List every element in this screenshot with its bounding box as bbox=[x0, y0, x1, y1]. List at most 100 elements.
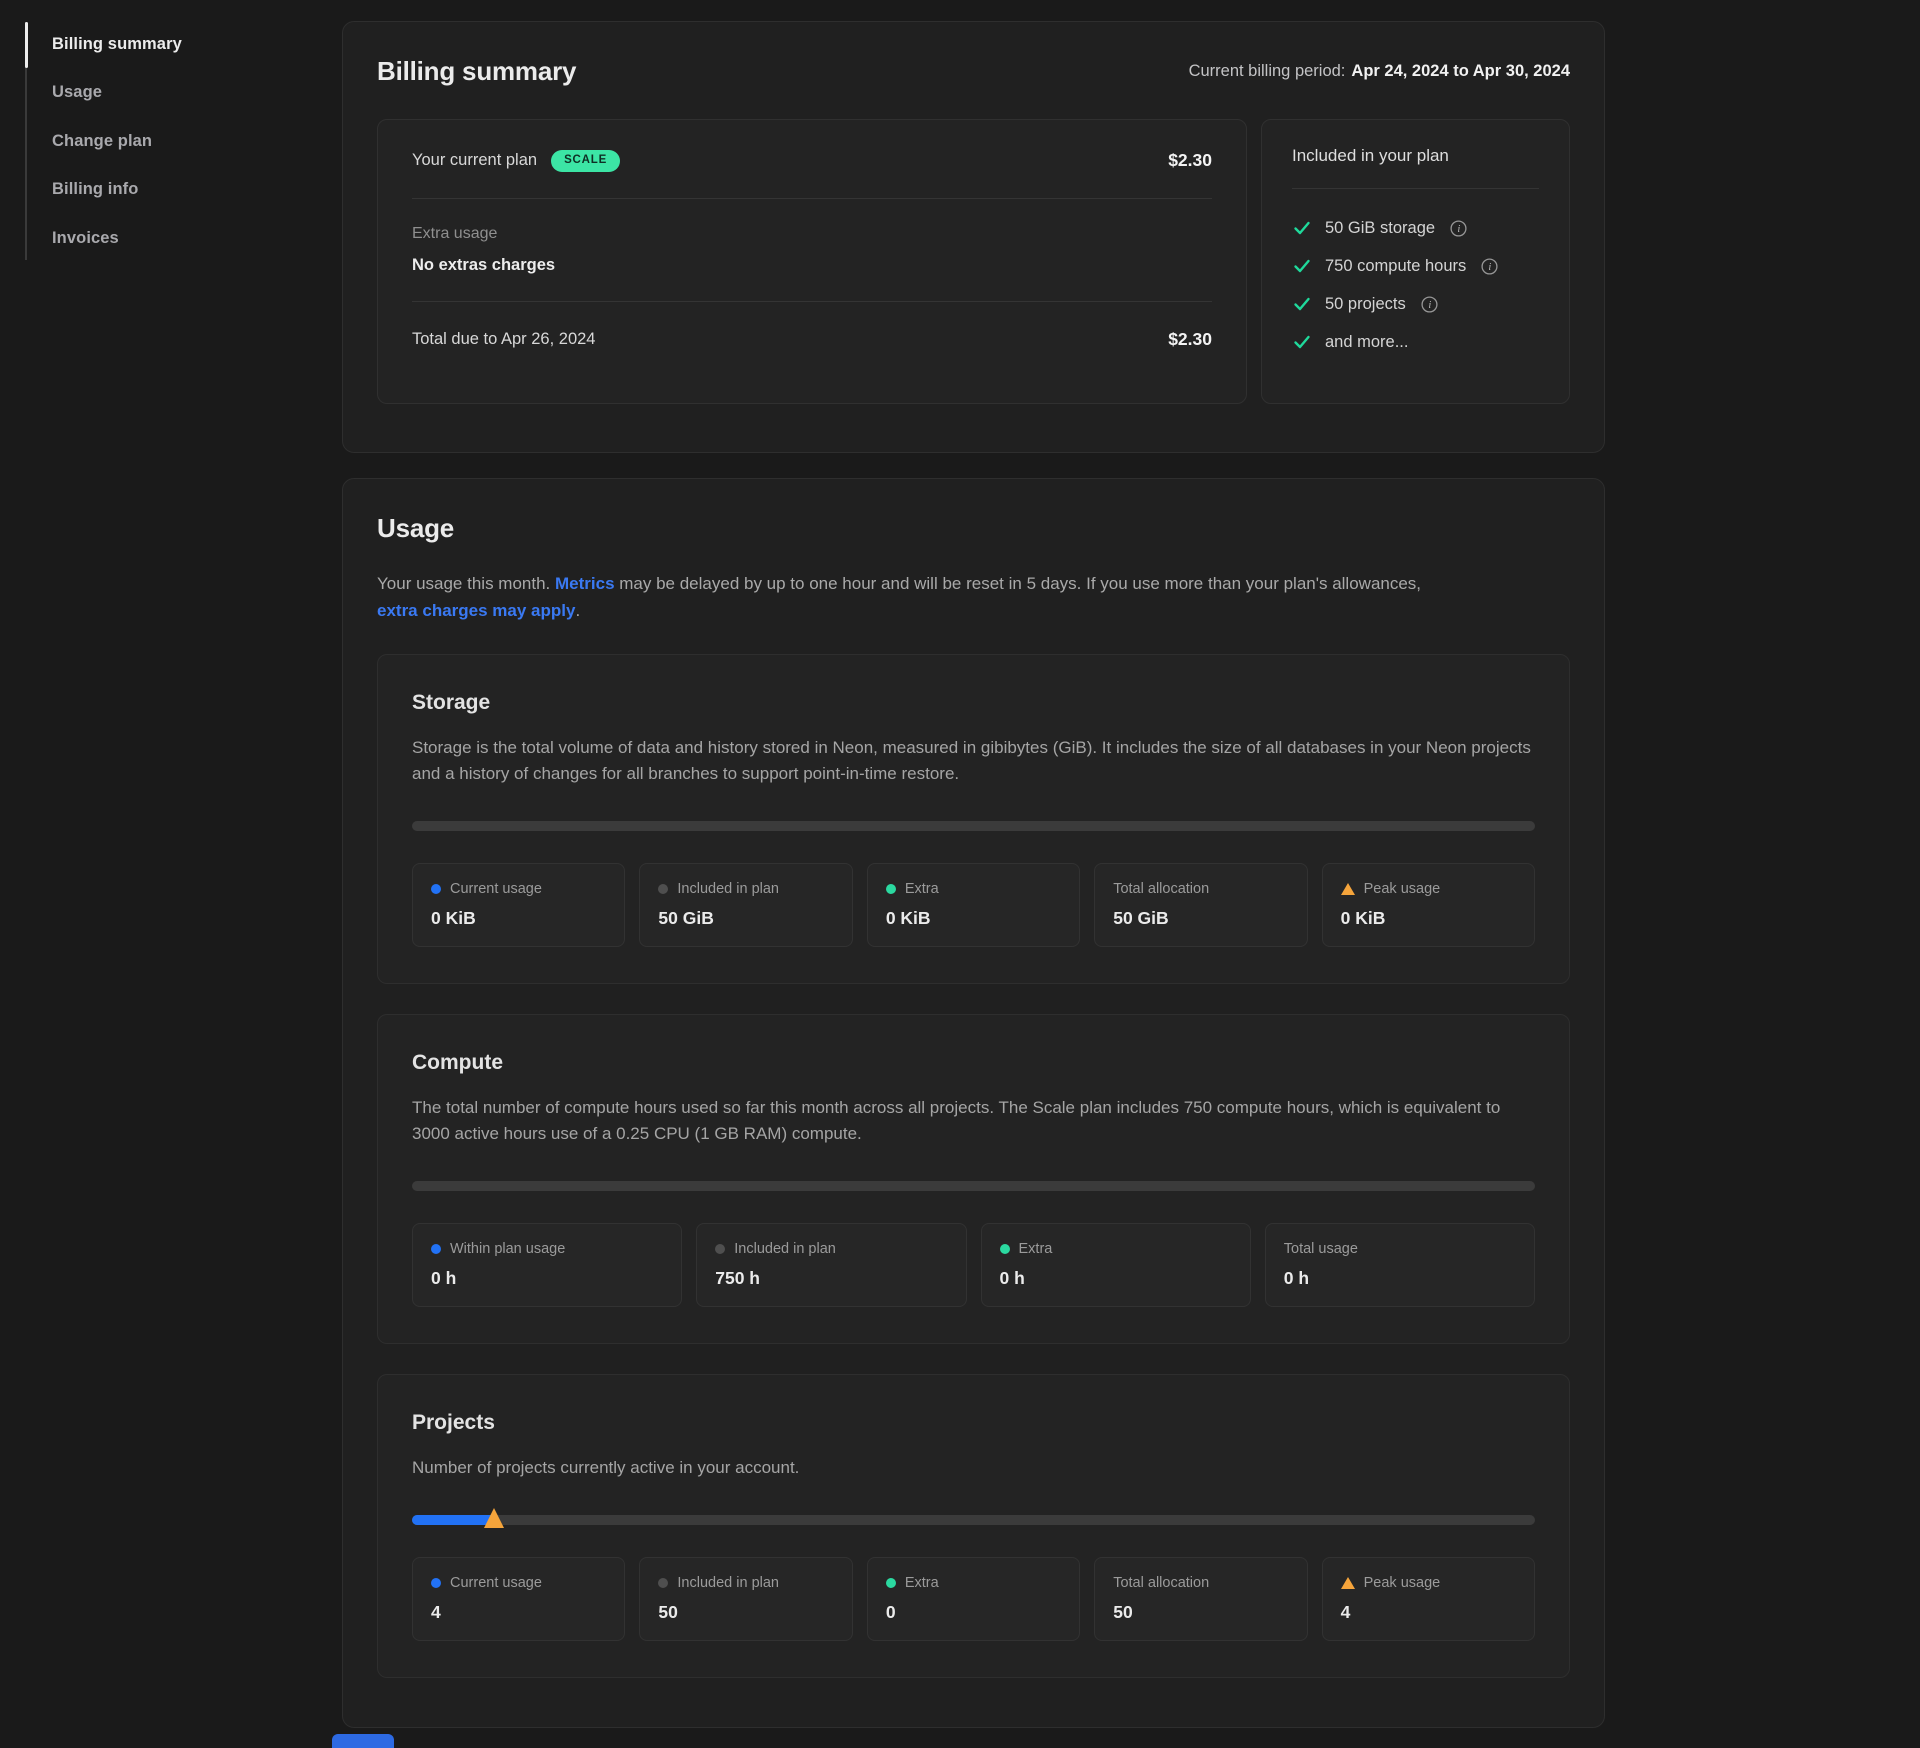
divider bbox=[1292, 188, 1539, 189]
stat-tile-included-in-plan: Included in plan 750 h bbox=[696, 1223, 966, 1307]
billing-period-label: Current billing period: bbox=[1189, 62, 1346, 80]
stat-tile-current-usage: Current usage 4 bbox=[412, 1557, 625, 1641]
blue-dot-icon bbox=[431, 1578, 441, 1588]
extra-usage-label: Extra usage bbox=[412, 225, 1212, 243]
usage-panel: Usage Your usage this month. Metrics may… bbox=[342, 478, 1605, 1728]
gray-dot-icon bbox=[658, 1578, 668, 1588]
stat-value: 0 h bbox=[1284, 1268, 1516, 1289]
stat-tile-included-in-plan: Included in plan 50 bbox=[639, 1557, 852, 1641]
stat-tile-peak-usage: Peak usage 0 KiB bbox=[1322, 863, 1535, 947]
main-content: Billing summary Current billing period: A… bbox=[342, 21, 1605, 1728]
gray-dot-icon bbox=[658, 884, 668, 894]
divider bbox=[412, 301, 1212, 302]
stat-label: Peak usage bbox=[1364, 1575, 1441, 1591]
usage-intro: Your usage this month. Metrics may be de… bbox=[377, 570, 1437, 624]
stat-tile-extra: Extra 0 bbox=[867, 1557, 1080, 1641]
stat-value: 0 h bbox=[1000, 1268, 1232, 1289]
stat-value: 50 GiB bbox=[1113, 908, 1288, 929]
stat-label: Current usage bbox=[450, 1575, 542, 1591]
stat-label: Extra bbox=[905, 881, 939, 897]
check-icon bbox=[1292, 332, 1312, 352]
storage-card-title: Storage bbox=[412, 691, 1535, 715]
plan-amount: $2.30 bbox=[1168, 150, 1212, 171]
usage-title: Usage bbox=[377, 513, 1570, 544]
green-dot-icon bbox=[886, 884, 896, 894]
included-item-label: and more... bbox=[1325, 333, 1408, 352]
stat-tile-current-usage: Current usage 0 KiB bbox=[412, 863, 625, 947]
stat-label: Total allocation bbox=[1113, 881, 1209, 897]
stat-label: Included in plan bbox=[677, 881, 779, 897]
included-title: Included in your plan bbox=[1292, 146, 1539, 166]
usage-intro-text: . bbox=[575, 601, 580, 620]
stat-label: Within plan usage bbox=[450, 1241, 565, 1257]
total-due-amount: $2.30 bbox=[1168, 329, 1212, 350]
sidebar-item-change-plan[interactable]: Change plan bbox=[25, 117, 285, 166]
green-dot-icon bbox=[1000, 1244, 1010, 1254]
divider bbox=[412, 198, 1212, 199]
included-item-label: 50 GiB storage bbox=[1325, 219, 1435, 238]
plan-badge: SCALE bbox=[551, 150, 620, 172]
billing-summary-panel: Billing summary Current billing period: A… bbox=[342, 21, 1605, 453]
blue-dot-icon bbox=[431, 884, 441, 894]
stat-tile-total-allocation: Total allocation 50 bbox=[1094, 1557, 1307, 1641]
billing-sidebar: Billing summary Usage Change plan Billin… bbox=[25, 20, 285, 263]
storage-card-description: Storage is the total volume of data and … bbox=[412, 735, 1535, 787]
stat-label: Total usage bbox=[1284, 1241, 1358, 1257]
sidebar-item-usage[interactable]: Usage bbox=[25, 69, 285, 118]
projects-card-description: Number of projects currently active in y… bbox=[412, 1455, 1535, 1481]
included-item-label: 50 projects bbox=[1325, 295, 1406, 314]
green-dot-icon bbox=[886, 1578, 896, 1588]
info-icon[interactable]: i bbox=[1421, 296, 1438, 313]
check-icon bbox=[1292, 218, 1312, 238]
info-icon[interactable]: i bbox=[1481, 258, 1498, 275]
svg-text:i: i bbox=[1489, 262, 1492, 273]
check-icon bbox=[1292, 294, 1312, 314]
projects-progress-fill bbox=[412, 1515, 494, 1525]
billing-period-value: Apr 24, 2024 to Apr 30, 2024 bbox=[1351, 62, 1570, 80]
compute-card: Compute The total number of compute hour… bbox=[377, 1014, 1570, 1344]
sidebar-item-billing-summary[interactable]: Billing summary bbox=[25, 20, 285, 69]
billing-period: Current billing period: Apr 24, 2024 to A… bbox=[1189, 62, 1570, 81]
info-icon[interactable]: i bbox=[1450, 220, 1467, 237]
projects-progress-bar bbox=[412, 1515, 1535, 1525]
stat-label: Included in plan bbox=[677, 1575, 779, 1591]
usage-intro-text: may be delayed by up to one hour and wil… bbox=[615, 574, 1422, 593]
stat-value: 50 GiB bbox=[658, 908, 833, 929]
gray-dot-icon bbox=[715, 1244, 725, 1254]
included-item-more: and more... bbox=[1292, 327, 1539, 357]
projects-card: Projects Number of projects currently ac… bbox=[377, 1374, 1570, 1678]
stat-tile-within-plan-usage: Within plan usage 0 h bbox=[412, 1223, 682, 1307]
stat-tile-peak-usage: Peak usage 4 bbox=[1322, 1557, 1535, 1641]
stat-tile-extra: Extra 0 h bbox=[981, 1223, 1251, 1307]
extra-usage-value: No extras charges bbox=[412, 256, 1212, 275]
included-in-plan-card: Included in your plan 50 GiB storage i bbox=[1261, 119, 1570, 404]
sidebar-item-invoices[interactable]: Invoices bbox=[25, 214, 285, 263]
orange-triangle-icon bbox=[1341, 883, 1355, 895]
current-plan-card: Your current plan SCALE $2.30 Extra usag… bbox=[377, 119, 1247, 404]
included-item-storage: 50 GiB storage i bbox=[1292, 213, 1539, 243]
stat-label: Extra bbox=[1019, 1241, 1053, 1257]
stat-value: 4 bbox=[1341, 1602, 1516, 1623]
sidebar-item-billing-info[interactable]: Billing info bbox=[25, 166, 285, 215]
svg-text:i: i bbox=[1428, 300, 1431, 311]
page-title: Billing summary bbox=[377, 56, 576, 87]
compute-card-description: The total number of compute hours used s… bbox=[412, 1095, 1535, 1147]
stat-label: Total allocation bbox=[1113, 1575, 1209, 1591]
stat-value: 0 bbox=[886, 1602, 1061, 1623]
stat-label: Peak usage bbox=[1364, 881, 1441, 897]
stat-tile-total-allocation: Total allocation 50 GiB bbox=[1094, 863, 1307, 947]
stat-label: Included in plan bbox=[734, 1241, 836, 1257]
billing-header: Billing summary Current billing period: A… bbox=[377, 56, 1570, 87]
sidebar-active-indicator bbox=[25, 22, 28, 68]
extra-charges-link[interactable]: extra charges may apply bbox=[377, 601, 575, 620]
metrics-link[interactable]: Metrics bbox=[555, 574, 615, 593]
svg-text:i: i bbox=[1457, 224, 1460, 235]
usage-intro-text: Your usage this month. bbox=[377, 574, 555, 593]
stat-label: Current usage bbox=[450, 881, 542, 897]
compute-card-title: Compute bbox=[412, 1051, 1535, 1075]
stat-value: 0 KiB bbox=[431, 908, 606, 929]
current-plan-label: Your current plan bbox=[412, 151, 537, 170]
projects-card-title: Projects bbox=[412, 1411, 1535, 1435]
included-item-compute: 750 compute hours i bbox=[1292, 251, 1539, 281]
partially-visible-button[interactable] bbox=[332, 1734, 394, 1748]
